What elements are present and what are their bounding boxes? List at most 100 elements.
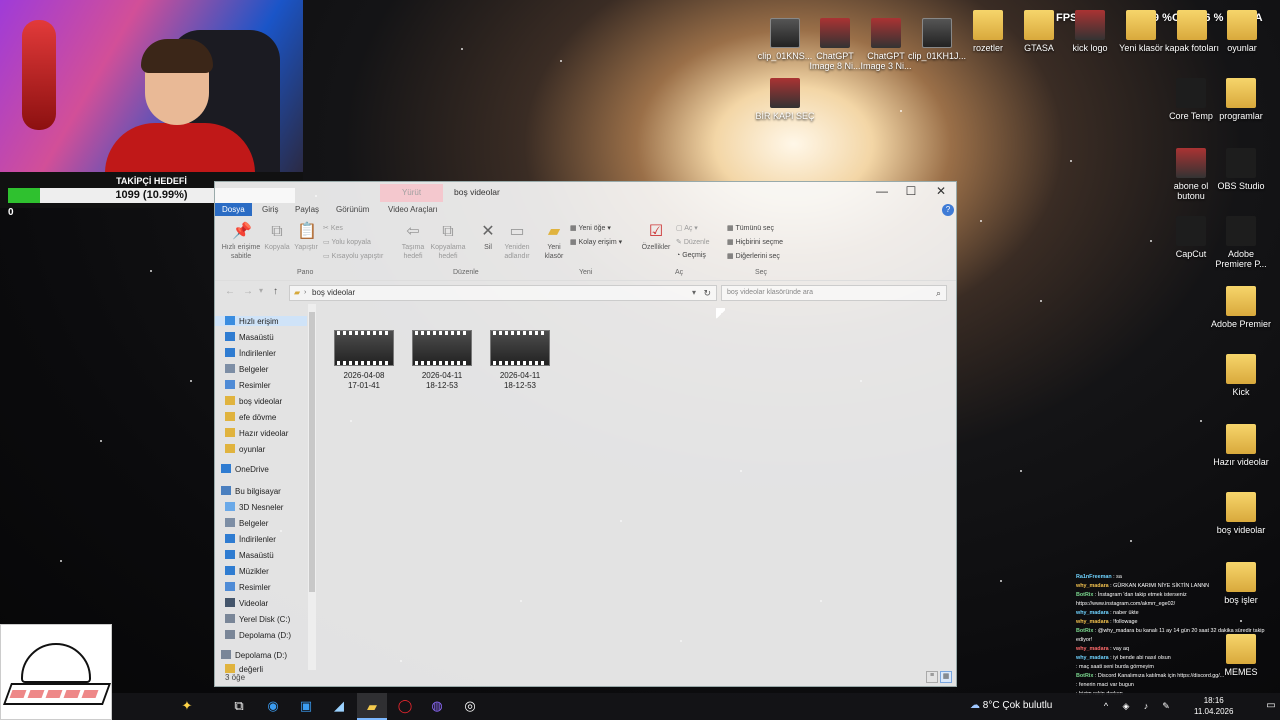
pictures-icon [225,380,235,389]
view-toggle[interactable]: ≡ ▦ [926,671,952,683]
tab-home[interactable]: Giriş [262,205,278,214]
computer-icon [221,486,231,495]
search-input[interactable]: boş videolar klasöründe ara ⌕ [721,285,947,301]
paste-button[interactable]: 📋 Yapıştır [291,223,321,252]
nav-item[interactable]: Resimler [225,380,271,390]
desktop-icon-item[interactable]: Adobe Premiere P... [1210,216,1272,270]
desktop-icon-item[interactable]: oyunlar [1211,10,1273,53]
nav-item[interactable]: İndirilenler [225,534,276,544]
nav-item[interactable]: OneDrive [221,464,269,474]
desktop-icon-item[interactable]: OBS Studio [1210,148,1272,191]
paste-shortcut-button[interactable]: ▭ Kısayolu yapıştır [323,252,383,260]
easy-access-button[interactable]: ▦ Kolay erişim ▾ [570,238,622,246]
network-icon[interactable]: ◈ [1117,697,1135,715]
desktop-icon-item[interactable]: programlar [1210,78,1272,121]
file-explorer-icon[interactable]: ▰ [357,693,387,720]
edge-icon[interactable]: ◉ [264,697,282,715]
tray-chevron-icon[interactable]: ^ [1097,697,1115,715]
new-item-button[interactable]: ▦ Yeni öğe ▾ [570,224,611,232]
back-icon[interactable]: ← [225,286,235,297]
video-file[interactable]: 2026-04-11 18-12-53 [489,330,551,391]
desktop-icon-item[interactable]: Kick [1210,354,1272,397]
invert-selection-button[interactable]: ▦ Diğerlerini seç [727,252,780,260]
nav-item[interactable]: İndirilenler [225,348,276,358]
history-button[interactable]: ◔ Geçmiş [676,252,706,259]
desktop-icon [225,332,235,341]
video-file[interactable]: 2026-04-08 17-01-41 [333,330,395,391]
store-icon[interactable]: ▣ [297,697,315,715]
refresh-icon[interactable]: ↻ [703,286,711,300]
minimize-button[interactable]: — [867,184,897,200]
clock[interactable]: 18:16 11.04.2026 [1194,695,1233,717]
nav-item[interactable]: 3D Nesneler [225,502,283,512]
copy-path-button[interactable]: ▭ Yolu kopyala [323,238,371,246]
nav-item[interactable]: Bu bilgisayar [221,486,281,496]
address-input[interactable]: ▰ › boş videolar ▾ ↻ [289,285,717,301]
volume-icon[interactable]: ♪ [1137,697,1155,715]
nav-item[interactable]: Hazır videolar [225,428,288,438]
nav-item-label: Masaüstü [239,333,274,342]
sparkle-icon[interactable]: ✦ [178,697,196,715]
task-view-icon[interactable]: ⧉ [230,697,248,715]
nav-item[interactable]: Müzikler [225,566,269,576]
tab-share[interactable]: Paylaş [295,205,319,214]
pin-button[interactable]: 📌 Hızlı erişime sabitle [217,223,265,261]
notification-icon[interactable]: ▭ [1262,697,1280,715]
nav-item[interactable]: Masaüstü [225,332,274,342]
chevron-down-icon[interactable]: ▾ [692,286,696,300]
pen-icon[interactable]: ✎ [1157,697,1175,715]
nav-item[interactable]: Belgeler [225,518,268,528]
forward-icon[interactable]: → [243,286,253,297]
desktop-icon-item[interactable]: boş videolar [1210,492,1272,535]
nav-item[interactable]: Yerel Disk (C:) [225,614,290,624]
discord-icon[interactable]: ◍ [428,697,446,715]
group-select: Seç [755,269,768,276]
obs-icon[interactable]: ◎ [461,697,479,715]
context-tab-play[interactable]: Yürüt [380,184,443,202]
rename-button[interactable]: ▭ Yeniden adlandır [499,223,535,261]
opera-icon[interactable]: ◯ [396,697,414,715]
open-button[interactable]: ▢ Aç ▾ [676,224,698,232]
help-icon[interactable]: ? [942,204,954,216]
nav-item[interactable]: Depolama (D:) [225,630,291,640]
close-button[interactable]: ✕ [926,184,956,200]
nav-item[interactable]: Hızlı erişim [215,316,307,326]
video-file[interactable]: 2026-04-11 18-12-53 [411,330,473,391]
recent-chevron-icon[interactable]: ▾ [259,286,263,295]
nav-item[interactable]: Belgeler [225,364,268,374]
desktop-icon-item[interactable]: Hazır videolar [1210,424,1272,467]
chat-text: : naber ükte [1108,610,1139,616]
app-icon[interactable]: ◢ [330,697,348,715]
nav-item[interactable]: Depolama (D:) [221,650,287,660]
cut-button[interactable]: ✂ Kes [323,224,343,232]
copy-button[interactable]: ⧉ Kopyala [263,223,291,252]
folder-icon [1126,10,1156,40]
desktop-icon-item[interactable]: Adobe Premier [1210,286,1272,329]
copy-to-button[interactable]: ⧉ Kopyalama hedefi [429,223,467,261]
delete-button[interactable]: ✕ Sil [475,223,501,252]
desktop-icon-item[interactable]: BİR KAPI SEÇ [754,78,816,121]
properties-button[interactable]: ☑ Özellikler [639,223,673,252]
nav-item-label: oyunlar [239,445,266,454]
tab-file[interactable]: Dosya [215,203,252,216]
weather-widget[interactable]: ☁ 8°C Çok bulutlu [970,700,1052,711]
new-folder-button[interactable]: ▰ Yeni klasör [538,223,570,261]
up-icon[interactable]: ↑ [273,286,278,297]
details-view-icon[interactable]: ≡ [926,671,938,683]
nav-item[interactable]: efe dövme [225,412,276,422]
select-all-button[interactable]: ▦ Tümünü seç [727,224,774,232]
select-none-button[interactable]: ▦ Hiçbirini seçme [727,238,783,246]
move-to-button[interactable]: ⇦ Taşıma hedefi [398,223,428,261]
large-icons-view-icon[interactable]: ▦ [940,671,952,683]
tab-view[interactable]: Görünüm [336,205,369,214]
nav-item[interactable]: Resimler [225,582,271,592]
tab-video-tools[interactable]: Video Araçları [388,205,438,214]
nav-item[interactable]: Masaüstü [225,550,274,560]
nav-item-label: Videolar [239,599,269,608]
nav-item[interactable]: Videolar [225,598,268,608]
nav-item[interactable]: boş videolar [225,396,282,406]
nav-item[interactable]: oyunlar [225,444,265,454]
edit-button[interactable]: ✎ Düzenle [676,238,710,246]
nav-scrollbar[interactable] [308,304,316,670]
maximize-button[interactable]: ☐ [896,184,926,200]
